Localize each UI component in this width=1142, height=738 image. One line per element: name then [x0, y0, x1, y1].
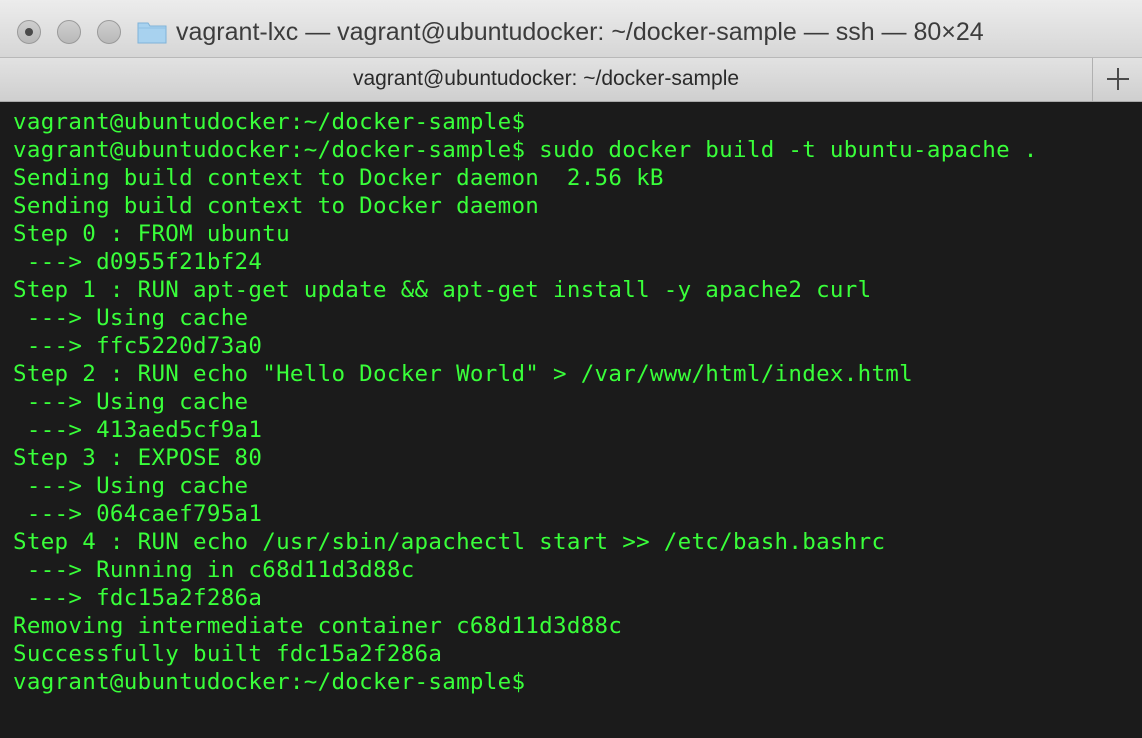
- folder-icon: [137, 22, 167, 44]
- window-title: vagrant-lxc — vagrant@ubuntudocker: ~/do…: [176, 18, 984, 46]
- terminal-line: Step 3 : EXPOSE 80: [13, 445, 263, 471]
- terminal-line: ---> Running in c68d11d3d88c: [13, 557, 415, 583]
- zoom-window-button[interactable]: [97, 20, 121, 44]
- terminal-line: ---> Using cache: [13, 473, 249, 499]
- tab-bar: vagrant@ubuntudocker: ~/docker-sample: [0, 58, 1142, 102]
- terminal-line: ---> Using cache: [13, 389, 249, 415]
- terminal-line: Step 0 : FROM ubuntu: [13, 221, 290, 247]
- close-window-button[interactable]: [17, 20, 41, 44]
- terminal-line: ---> 064caef795a1: [13, 501, 263, 527]
- terminal-output[interactable]: vagrant@ubuntudocker:~/docker-sample$ vag…: [0, 104, 1142, 738]
- terminal-line: Sending build context to Docker daemon: [13, 193, 540, 219]
- new-tab-button[interactable]: [1092, 58, 1142, 101]
- terminal-line: Step 1 : RUN apt-get update && apt-get i…: [13, 277, 872, 303]
- terminal-line: Sending build context to Docker daemon 2…: [13, 165, 664, 191]
- title-bar[interactable]: vagrant-lxc — vagrant@ubuntudocker: ~/do…: [0, 0, 1142, 58]
- terminal-line: vagrant@ubuntudocker:~/docker-sample$ su…: [13, 137, 1038, 163]
- terminal-line: ---> Using cache: [13, 305, 249, 331]
- terminal-line: vagrant@ubuntudocker:~/docker-sample$: [13, 669, 526, 695]
- terminal-line: ---> 413aed5cf9a1: [13, 417, 263, 443]
- terminal-line: ---> ffc5220d73a0: [13, 333, 263, 359]
- terminal-window: vagrant-lxc — vagrant@ubuntudocker: ~/do…: [0, 0, 1142, 738]
- terminal-line: Removing intermediate container c68d11d3…: [13, 613, 623, 639]
- terminal-line: ---> d0955f21bf24: [13, 249, 263, 275]
- terminal-line: Step 4 : RUN echo /usr/sbin/apachectl st…: [13, 529, 886, 555]
- tab-ssh-session[interactable]: vagrant@ubuntudocker: ~/docker-sample: [0, 58, 1092, 100]
- minimize-window-button[interactable]: [57, 20, 81, 44]
- terminal-line: Step 2 : RUN echo "Hello Docker World" >…: [13, 361, 913, 387]
- terminal-line: Successfully built fdc15a2f286a: [13, 641, 443, 667]
- terminal-line: vagrant@ubuntudocker:~/docker-sample$: [13, 109, 526, 135]
- terminal-line: ---> fdc15a2f286a: [13, 585, 263, 611]
